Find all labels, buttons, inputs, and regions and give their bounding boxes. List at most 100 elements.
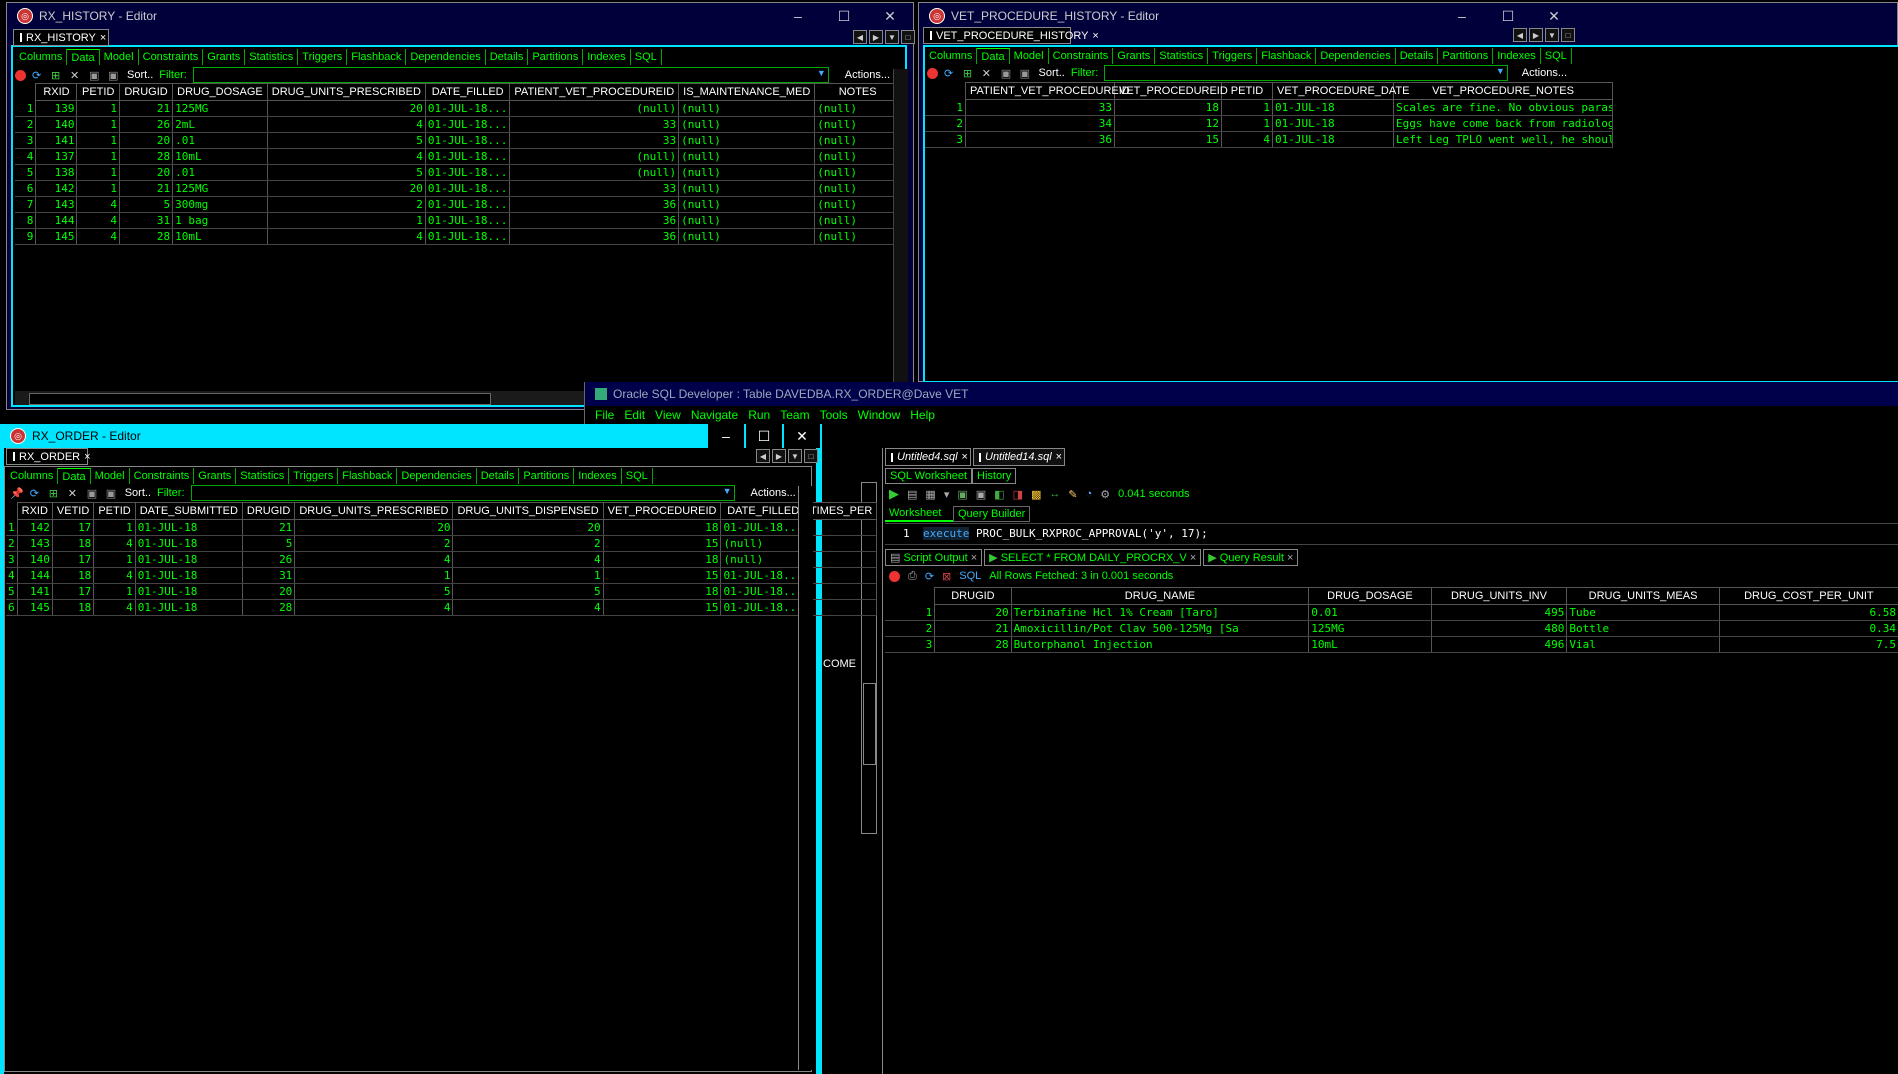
table-cell[interactable]: 20: [242, 583, 296, 600]
table-row[interactable]: 3 28 Butorphanol Injection 10mL 496 Vial 7.5: [885, 636, 1898, 653]
table-cell[interactable]: 15: [603, 599, 722, 616]
table-cell[interactable]: (null): [720, 551, 806, 568]
table-cell[interactable]: 26: [119, 116, 174, 133]
subtab-constraints[interactable]: Constraints: [139, 49, 204, 65]
table-cell[interactable]: 4: [294, 551, 454, 568]
table-row[interactable]: 9 145 4 28 10mL 4 01-JUL-18... 36 (null) (null): [15, 228, 901, 245]
table-cell[interactable]: (null): [678, 228, 816, 245]
table-cell[interactable]: 1: [76, 164, 120, 181]
menu-edit[interactable]: Edit: [624, 408, 645, 422]
actions-button[interactable]: Actions...: [1522, 67, 1567, 79]
subtab-statistics[interactable]: Statistics: [245, 49, 299, 65]
table-cell[interactable]: 20: [294, 519, 454, 536]
table-cell[interactable]: 01-JUL-18: [135, 567, 243, 584]
close-button[interactable]: ✕: [1531, 4, 1577, 28]
main-titlebar[interactable]: Oracle SQL Developer : Table DAVEDBA.RX_…: [585, 382, 1898, 406]
subtab-data[interactable]: Data: [58, 468, 91, 484]
subtab-sql[interactable]: SQL: [1541, 48, 1572, 64]
table-cell[interactable]: (: [805, 519, 878, 536]
table-cell[interactable]: 01-JUL-18...: [425, 132, 511, 149]
dropdown-icon[interactable]: ▼: [788, 449, 802, 463]
tab-query-result[interactable]: ▶ Query Result ×: [1203, 549, 1299, 566]
restore-icon[interactable]: □: [804, 449, 818, 463]
column-header[interactable]: VET_PROCEDUREID: [602, 502, 722, 520]
vph-titlebar[interactable]: ◎ VET_PROCEDURE_HISTORY - Editor – ☐ ✕: [919, 3, 1897, 29]
table-cell[interactable]: (null): [814, 100, 901, 117]
rollback-icon[interactable]: ▣: [976, 488, 986, 501]
table-cell[interactable]: 1: [267, 212, 426, 229]
subtab-grants[interactable]: Grants: [194, 468, 237, 484]
filter-input[interactable]: ▼: [1104, 65, 1508, 81]
table-row[interactable]: 2 140 1 26 2mL 4 01-JUL-18... 33 (null) (null): [15, 116, 901, 133]
table-cell[interactable]: 0.01: [1308, 604, 1432, 621]
table-cell[interactable]: 4: [452, 551, 604, 568]
table-cell[interactable]: 01-JUL-18: [135, 599, 243, 616]
table-cell[interactable]: 21: [119, 100, 174, 117]
column-header[interactable]: DRUGID: [934, 587, 1012, 605]
format-icon[interactable]: ↔: [1049, 488, 1060, 500]
table-cell[interactable]: 1: [76, 116, 120, 133]
table-cell[interactable]: 01-JUL-18...: [425, 212, 511, 229]
tab-worksheet[interactable]: Worksheet: [885, 506, 953, 522]
table-cell[interactable]: 1: [93, 519, 136, 536]
table-cell[interactable]: 01-JUL-18: [1272, 99, 1394, 116]
table-cell[interactable]: 4: [1221, 131, 1273, 148]
table-cell[interactable]: (null): [678, 148, 816, 165]
subtab-constraints[interactable]: Constraints: [1049, 48, 1114, 64]
rollback-icon[interactable]: ▣: [1020, 67, 1033, 80]
subtab-partitions[interactable]: Partitions: [528, 49, 584, 65]
table-cell[interactable]: 480: [1431, 620, 1568, 637]
sql-label[interactable]: SQL: [959, 570, 981, 582]
table-cell[interactable]: 300mg: [172, 196, 268, 213]
table-cell[interactable]: 4: [76, 212, 120, 229]
insert-row-icon[interactable]: ⊞: [963, 67, 976, 80]
table-cell[interactable]: 1: [76, 148, 120, 165]
subtab-triggers[interactable]: Triggers: [1208, 48, 1258, 64]
table-cell[interactable]: 36: [965, 131, 1115, 148]
table-row[interactable]: 114217101-JUL-182120201801-JUL-18...(: [6, 519, 878, 536]
column-header[interactable]: VETID: [51, 502, 95, 520]
table-cell[interactable]: 15: [603, 535, 722, 552]
menu-help[interactable]: Help: [910, 408, 935, 422]
close-button[interactable]: ✕: [784, 424, 820, 448]
table-cell[interactable]: Vial: [1566, 636, 1720, 653]
subtab-statistics[interactable]: Statistics: [1155, 48, 1209, 64]
table-cell[interactable]: 18: [603, 583, 722, 600]
column-header[interactable]: VET_PROCEDUREID: [1114, 82, 1228, 100]
sort-button[interactable]: Sort..: [125, 487, 151, 499]
column-header[interactable]: RXID: [35, 83, 78, 101]
table-cell[interactable]: 1: [294, 567, 454, 584]
table-cell[interactable]: 01-JUL-18...: [720, 599, 806, 616]
subtab-columns[interactable]: Columns: [6, 468, 59, 484]
table-cell[interactable]: 1: [452, 567, 604, 584]
vertical-scrollbar[interactable]: [798, 486, 813, 1070]
table-cell[interactable]: 143: [17, 535, 53, 552]
rx-order-doc-tab[interactable]: RX_ORDER ×: [6, 448, 91, 465]
table-cell[interactable]: 33: [965, 99, 1115, 116]
table-cell[interactable]: Bottle: [1566, 620, 1720, 637]
column-header[interactable]: PETID: [1221, 82, 1273, 100]
column-header[interactable]: DRUG_UNITS_DISPENSED: [452, 502, 604, 520]
table-cell[interactable]: (null): [509, 100, 680, 117]
table-row[interactable]: 314017101-JUL-18264418(null)(: [6, 551, 878, 568]
table-cell[interactable]: 28: [119, 228, 174, 245]
scrollbar-thumb[interactable]: [29, 393, 491, 405]
table-cell[interactable]: (: [805, 583, 878, 600]
subtab-details[interactable]: Details: [1396, 48, 1439, 64]
subtab-flashback[interactable]: Flashback: [347, 49, 407, 65]
column-header[interactable]: DRUG_NAME: [1010, 587, 1310, 605]
table-cell[interactable]: 01-JUL-18: [135, 535, 243, 552]
table-cell[interactable]: (null): [814, 180, 901, 197]
table-cell[interactable]: (: [805, 551, 878, 568]
column-header[interactable]: RXID: [16, 502, 53, 520]
table-row[interactable]: 2 34 12 1 01-JUL-18 Eggs have come back from …: [925, 115, 1613, 132]
table-cell[interactable]: 4: [294, 599, 454, 616]
table-cell[interactable]: 01-JUL-18...: [425, 100, 511, 117]
subtab-triggers[interactable]: Triggers: [289, 468, 339, 484]
vertical-scrollbar[interactable]: [893, 69, 908, 387]
subtab-columns[interactable]: Columns: [925, 48, 978, 64]
table-cell[interactable]: 01-JUL-18...: [425, 180, 511, 197]
subtab-constraints[interactable]: Constraints: [130, 468, 195, 484]
rollback-icon[interactable]: ▣: [106, 487, 119, 500]
table-row[interactable]: 6 142 1 21 125MG 20 01-JUL-18... 33 (null) (null): [15, 180, 901, 197]
